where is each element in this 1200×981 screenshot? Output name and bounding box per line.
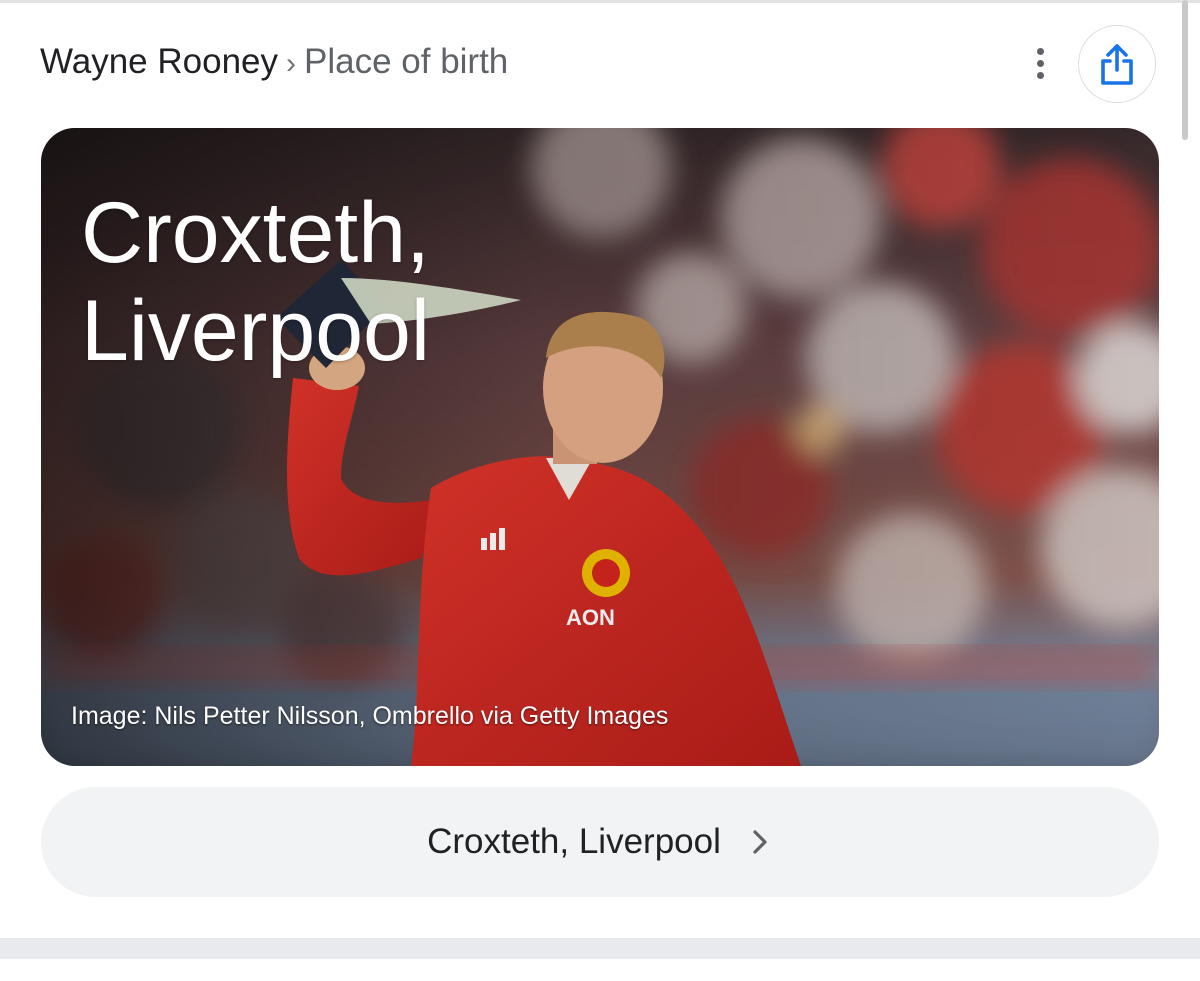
breadcrumb-entity-link[interactable]: Wayne Rooney xyxy=(40,42,278,81)
chevron-right-icon xyxy=(751,827,773,857)
breadcrumb-separator: › xyxy=(286,47,296,80)
section-divider xyxy=(0,938,1200,959)
breadcrumb-attribute: Place of birth xyxy=(304,42,509,81)
image-credit: Image: Nils Petter Nilsson, Ombrello via… xyxy=(71,702,669,730)
knowledge-header: Wayne Rooney › Place of birth xyxy=(40,25,1160,103)
more-options-button[interactable] xyxy=(1020,43,1060,83)
share-icon xyxy=(1101,44,1133,85)
top-divider xyxy=(0,0,1200,3)
answer-label: Croxteth, Liverpool xyxy=(427,822,721,861)
breadcrumb: Wayne Rooney › Place of birth xyxy=(40,42,508,84)
more-vert-icon xyxy=(1036,47,1044,55)
answer-chip-button[interactable]: Croxteth, Liverpool xyxy=(41,787,1159,897)
more-vert-icon-dot xyxy=(1036,71,1044,79)
more-vert-icon-dot xyxy=(1036,59,1044,67)
hero-card[interactable]: AON Croxteth, Liverpool Image: Nils Pett… xyxy=(41,128,1159,766)
share-button[interactable] xyxy=(1078,25,1156,103)
scrollbar[interactable] xyxy=(1182,0,1188,140)
hero-title: Croxteth, Liverpool xyxy=(81,185,430,379)
